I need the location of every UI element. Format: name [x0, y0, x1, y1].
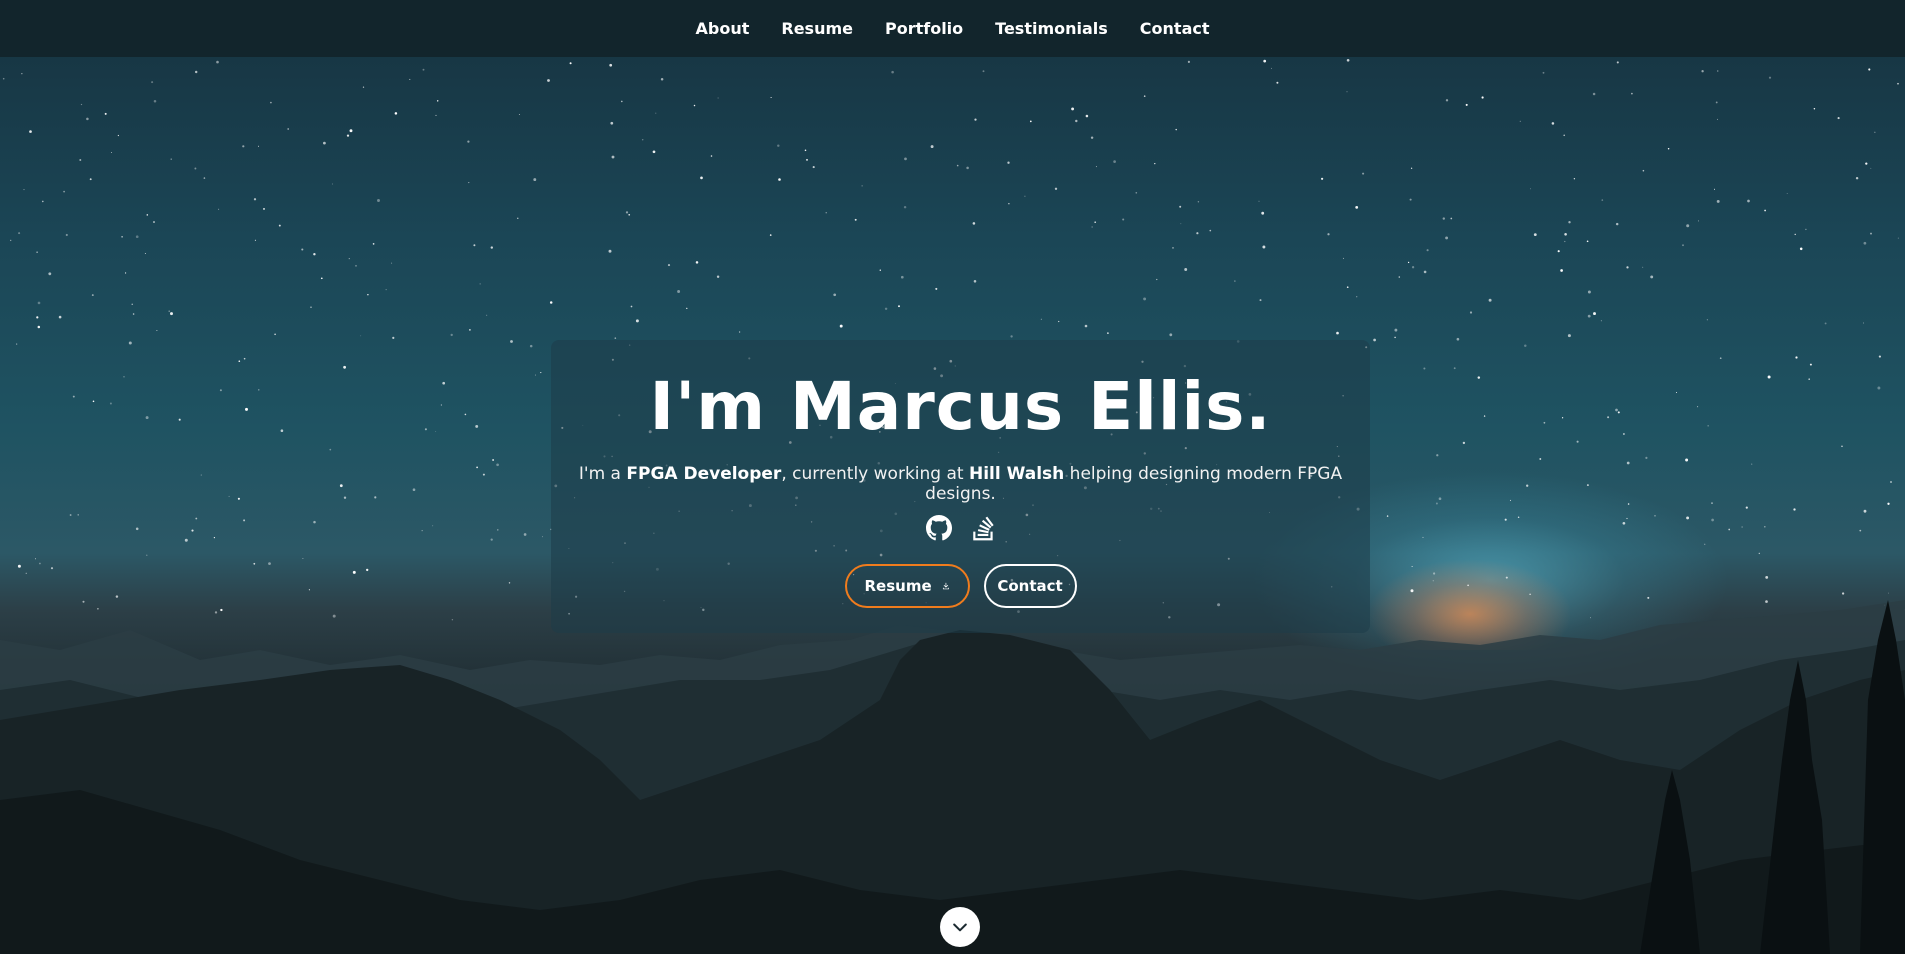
chevron-down-icon	[953, 923, 967, 932]
nav-link-resume[interactable]: Resume	[781, 19, 853, 38]
intro-card: I'm Marcus Ellis. I'm a FPGA Developer, …	[551, 340, 1370, 633]
intro-prefix: I'm a	[578, 464, 627, 484]
download-icon	[942, 582, 949, 590]
hero-subtitle: I'm a FPGA Developer, currently working …	[551, 464, 1370, 504]
contact-button[interactable]: Contact	[983, 564, 1077, 608]
nav-link-testimonials[interactable]: Testimonials	[995, 19, 1108, 38]
resume-button-label: Resume	[864, 577, 932, 595]
nav-link-contact[interactable]: Contact	[1140, 19, 1210, 38]
contact-button-label: Contact	[997, 577, 1063, 595]
github-icon[interactable]	[925, 515, 952, 541]
hero-buttons: Resume Contact	[551, 564, 1370, 608]
nav-link-about[interactable]: About	[696, 19, 750, 38]
intro-middle: , currently working at	[781, 464, 969, 484]
scroll-down-button[interactable]	[940, 907, 980, 947]
social-links	[551, 515, 1370, 541]
nav-link-portfolio[interactable]: Portfolio	[885, 19, 963, 38]
role-text: FPGA Developer	[626, 464, 782, 484]
resume-download-button[interactable]: Resume	[844, 564, 970, 608]
company-text: Hill Walsh	[968, 464, 1065, 484]
stack-overflow-icon[interactable]	[970, 515, 996, 541]
top-navigation: About Resume Portfolio Testimonials Cont…	[0, 0, 1905, 57]
hero-title: I'm Marcus Ellis.	[649, 368, 1272, 445]
